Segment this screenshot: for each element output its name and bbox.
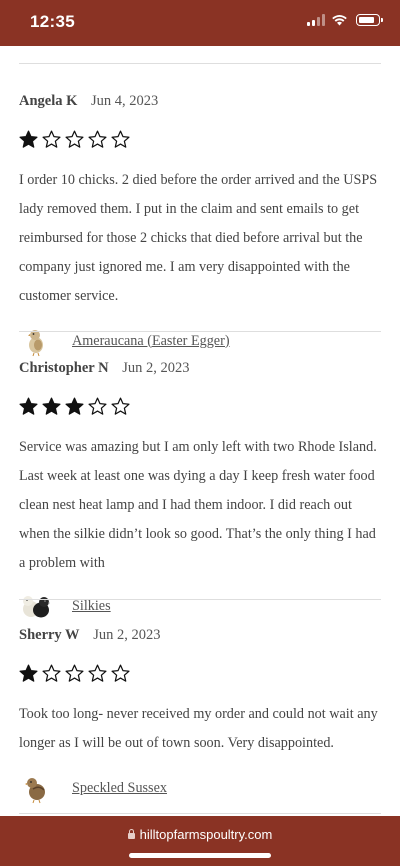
divider (19, 813, 381, 814)
divider (19, 599, 381, 600)
review-header: Christopher N Jun 2, 2023 (19, 359, 381, 377)
url-text: hilltopfarmspoultry.com (139, 827, 273, 842)
chick-thumbnail-icon (25, 778, 45, 804)
star-empty-icon (42, 664, 61, 682)
star-empty-icon (88, 664, 107, 682)
review-date: Jun 4, 2023 (91, 93, 159, 109)
product-link-row[interactable]: Silkies (19, 586, 381, 626)
browser-url-bar[interactable]: hilltopfarmspoultry.com (0, 816, 400, 866)
star-filled-icon (42, 397, 61, 415)
star-rating (19, 664, 381, 684)
product-link[interactable]: Speckled Sussex (72, 780, 167, 797)
review-item: Angela K Jun 4, 2023 I order 10 chicks. … (19, 92, 381, 361)
divider (19, 331, 381, 332)
review-body: Took too long- never received my order a… (19, 706, 378, 751)
star-empty-icon (111, 130, 130, 148)
status-icons (307, 14, 383, 26)
review-body: I order 10 chicks. 2 died before the ord… (19, 172, 378, 304)
reviewer-name: Sherry W (19, 627, 80, 643)
product-link[interactable]: Ameraucana (Easter Egger) (72, 333, 230, 350)
review-item: Christopher N Jun 2, 2023 Service was am… (19, 359, 381, 626)
status-bar: 12:35 (0, 0, 400, 46)
home-indicator[interactable] (129, 853, 271, 858)
star-empty-icon (88, 397, 107, 415)
cellular-signal-icon (307, 14, 325, 26)
star-empty-icon (111, 397, 130, 415)
product-link-row[interactable]: Ameraucana (Easter Egger) (19, 321, 381, 361)
star-rating (19, 397, 381, 417)
star-empty-icon (111, 664, 130, 682)
lock-icon (127, 829, 135, 839)
review-header: Angela K Jun 4, 2023 (19, 92, 381, 110)
star-empty-icon (65, 130, 84, 148)
star-filled-icon (19, 664, 38, 682)
battery-icon (356, 14, 383, 26)
product-link[interactable]: Silkies (72, 598, 111, 615)
divider (19, 63, 381, 64)
star-empty-icon (88, 130, 107, 148)
star-empty-icon (42, 130, 61, 148)
chick-thumbnail-icon (28, 330, 43, 357)
review-date: Jun 2, 2023 (122, 360, 190, 376)
review-body: Service was amazing but I am only left w… (19, 439, 377, 571)
reviewer-name: Christopher N (19, 360, 109, 376)
star-filled-icon (65, 397, 84, 415)
wifi-icon (332, 15, 347, 26)
status-time: 12:35 (30, 12, 75, 31)
star-empty-icon (65, 664, 84, 682)
silkie-chicks-thumbnail-icon (23, 596, 50, 618)
review-date: Jun 2, 2023 (93, 627, 161, 643)
star-filled-icon (19, 397, 38, 415)
review-header: Sherry W Jun 2, 2023 (19, 626, 381, 644)
star-rating (19, 130, 381, 150)
review-item: Sherry W Jun 2, 2023 Took too long- neve… (19, 626, 381, 808)
reviewer-name: Angela K (19, 93, 78, 109)
url-display[interactable]: hilltopfarmspoultry.com (0, 827, 400, 842)
star-filled-icon (19, 130, 38, 148)
reviews-list: Angela K Jun 4, 2023 I order 10 chicks. … (0, 46, 400, 816)
product-link-row[interactable]: Speckled Sussex (19, 768, 381, 808)
